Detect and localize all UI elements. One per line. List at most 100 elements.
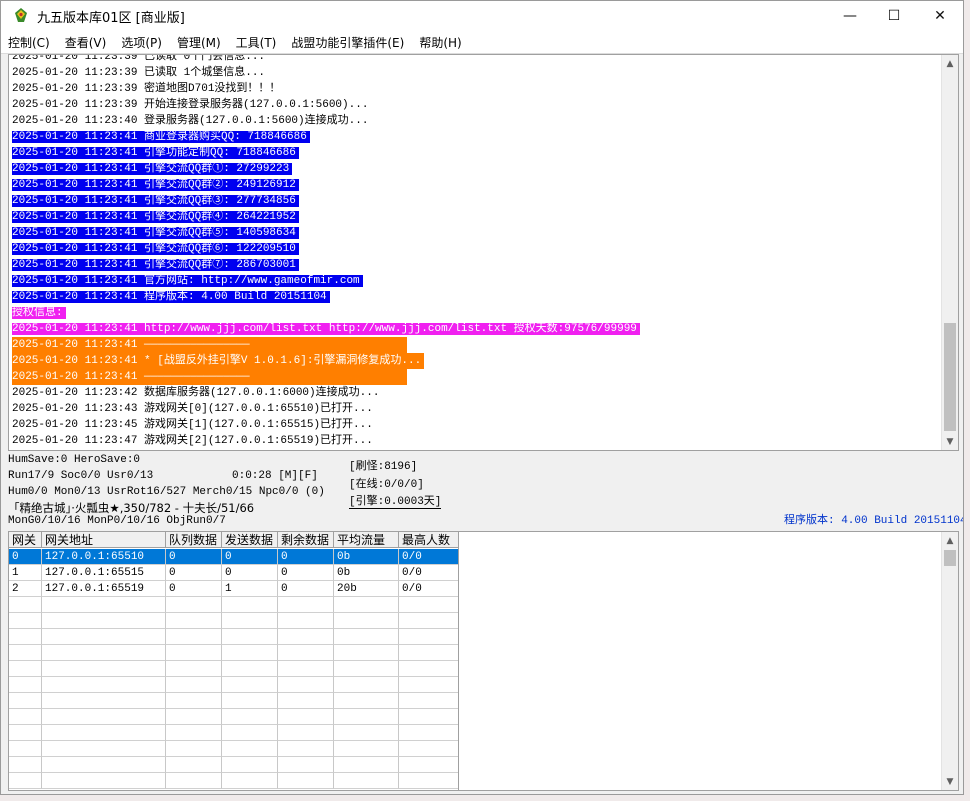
table-cell	[222, 741, 278, 757]
log-line: 2025-01-20 11:23:41 引擎交流QQ群⑤: 140598634	[12, 225, 940, 241]
status-timer: 0:0:28 [M][F]	[232, 470, 318, 482]
column-header[interactable]: 最高人数	[399, 532, 458, 548]
log-line: 2025-01-20 11:23:40 登录服务器(127.0.0.1:5600…	[12, 113, 940, 129]
table-cell	[9, 741, 42, 757]
menu-view[interactable]: 查看(V)	[65, 34, 107, 51]
table-cell	[399, 709, 458, 725]
log-line-text: 2025-01-20 11:23:41 官方网站: http://www.gam…	[12, 275, 363, 287]
log-line-text: 授权信息:	[12, 307, 66, 319]
side-panel: ▲ ▼	[459, 531, 959, 791]
menu-control[interactable]: 控制(C)	[8, 34, 50, 51]
log-line: 2025-01-20 11:23:41 ————————————————	[12, 369, 940, 385]
menu-bar: 控制(C) 查看(V) 选项(P) 管理(M) 工具(T) 战盟功能引擎插件(E…	[1, 31, 963, 54]
scroll-down-icon[interactable]: ▼	[942, 433, 958, 450]
maximize-button[interactable]: ☐	[871, 1, 917, 31]
table-cell	[166, 709, 222, 725]
title-bar[interactable]: 九五版本库01区 [商业版] — ☐ ✕	[1, 1, 963, 31]
log-line: 2025-01-20 11:23:41 引擎交流QQ群④: 264221952	[12, 209, 940, 225]
menu-options[interactable]: 选项(P)	[121, 34, 162, 51]
table-cell	[334, 693, 399, 709]
table-cell	[399, 645, 458, 661]
log-line-text: 2025-01-20 11:23:41 引擎交流QQ群⑥: 122209510	[12, 243, 299, 255]
table-cell: 0	[166, 549, 222, 565]
table-cell	[166, 645, 222, 661]
table-row[interactable]: 1 127.0.0.1:65515 0 0 0 0b 0/0	[9, 565, 458, 581]
table-row[interactable]: 0 127.0.0.1:65510 0 0 0 0b 0/0	[9, 549, 458, 565]
log-line-text: 2025-01-20 11:23:43 游戏网关[0](127.0.0.1:65…	[12, 403, 373, 415]
log-line-text: 2025-01-20 11:23:39 已读取 1个城堡信息...	[12, 67, 266, 79]
table-cell	[42, 629, 166, 645]
menu-tools[interactable]: 工具(T)	[236, 34, 277, 51]
table-cell	[278, 613, 334, 629]
table-cell	[222, 677, 278, 693]
table-row	[9, 773, 458, 789]
table-cell: 0	[222, 565, 278, 581]
column-header[interactable]: 队列数据	[166, 532, 222, 548]
table-cell: 127.0.0.1:65515	[42, 565, 166, 581]
table-cell	[9, 597, 42, 613]
table-cell	[334, 709, 399, 725]
menu-help[interactable]: 帮助(H)	[419, 34, 461, 51]
log-scrollbar[interactable]: ▲ ▼	[941, 55, 958, 450]
table-cell	[334, 757, 399, 773]
status-version: 程序版本: 4.00 Build 20151104	[784, 515, 964, 527]
log-line-text: 2025-01-20 11:23:41 http://www.jjj.com/l…	[12, 323, 640, 335]
table-cell	[334, 629, 399, 645]
close-button[interactable]: ✕	[917, 1, 963, 31]
log-line-text: 2025-01-20 11:23:41 商业登录器购买QQ: 718846686	[12, 131, 310, 143]
table-row[interactable]: 2 127.0.0.1:65519 0 1 0 20b 0/0	[9, 581, 458, 597]
side-scrollbar-thumb[interactable]	[944, 550, 956, 566]
scroll-up-icon[interactable]: ▲	[942, 55, 958, 72]
log-line-text: 2025-01-20 11:23:41 引擎交流QQ群③: 277734856	[12, 195, 299, 207]
table-cell	[399, 725, 458, 741]
table-cell	[42, 709, 166, 725]
table-row	[9, 597, 458, 613]
table-cell	[42, 773, 166, 789]
table-header[interactable]: 网关 网关地址 队列数据 发送数据 剩余数据 平均流量 最高人数	[9, 532, 458, 548]
column-header[interactable]: 平均流量	[334, 532, 399, 548]
status-panel: HumSave:0 HeroSave:0 Run17/9 Soc0/0 Usr0…	[8, 452, 963, 528]
table-row	[9, 725, 458, 741]
app-icon	[15, 8, 27, 22]
table-cell	[9, 661, 42, 677]
table-cell: 1	[9, 565, 42, 581]
minimize-button[interactable]: —	[827, 1, 873, 31]
table-cell	[166, 629, 222, 645]
table-cell	[42, 645, 166, 661]
log-line: 2025-01-20 11:23:42 数据库服务器(127.0.0.1:600…	[12, 385, 940, 401]
status-online: [在线:0/0/0]	[349, 479, 424, 491]
log-line: 授权信息:	[12, 305, 940, 321]
table-cell	[9, 757, 42, 773]
gateway-table[interactable]: 网关 网关地址 队列数据 发送数据 剩余数据 平均流量 最高人数 0 127.0.0.1:655…	[8, 531, 459, 791]
column-header[interactable]: 发送数据	[222, 532, 278, 548]
side-scrollbar[interactable]: ▲ ▼	[941, 532, 958, 790]
column-header[interactable]: 网关	[9, 532, 42, 548]
log-line: 2025-01-20 11:23:41 引擎交流QQ群②: 249126912	[12, 177, 940, 193]
log-line: 2025-01-20 11:23:41 官方网站: http://www.gam…	[12, 273, 940, 289]
scrollbar-thumb[interactable]	[944, 323, 956, 431]
column-header[interactable]: 剩余数据	[278, 532, 334, 548]
status-map: 「精绝古城」·火瓢虫★,350/782 - 十夫长/51/66	[8, 501, 255, 515]
table-row	[9, 677, 458, 693]
menu-engine-plugins[interactable]: 战盟功能引擎插件(E)	[291, 34, 404, 51]
status-monsters: MonG0/10/16 MonP0/10/16 ObjRun0/7	[8, 515, 226, 527]
side-scroll-down-icon[interactable]: ▼	[942, 773, 958, 790]
table-cell	[9, 677, 42, 693]
side-scroll-up-icon[interactable]: ▲	[942, 532, 958, 549]
table-cell: 127.0.0.1:65510	[42, 549, 166, 565]
log-pane[interactable]: 2025-01-20 11:23:39 已读取 0个门会信息... 2025-01…	[8, 54, 959, 451]
table-cell	[166, 677, 222, 693]
log-line: 2025-01-20 11:23:47 游戏网关[2](127.0.0.1:65…	[12, 433, 940, 449]
menu-manage[interactable]: 管理(M)	[177, 34, 221, 51]
table-cell: 20b	[334, 581, 399, 597]
table-cell	[42, 725, 166, 741]
table-cell	[334, 725, 399, 741]
table-cell	[278, 693, 334, 709]
table-cell	[166, 741, 222, 757]
table-cell	[399, 597, 458, 613]
column-header[interactable]: 网关地址	[42, 532, 166, 548]
log-line-text: 2025-01-20 11:23:41 * [战盟反外挂引擎V 1.0.1.6]…	[12, 353, 425, 369]
table-cell: 0	[9, 549, 42, 565]
log-line-text: 2025-01-20 11:23:47 游戏网关[2](127.0.0.1:65…	[12, 435, 373, 447]
table-cell	[9, 709, 42, 725]
